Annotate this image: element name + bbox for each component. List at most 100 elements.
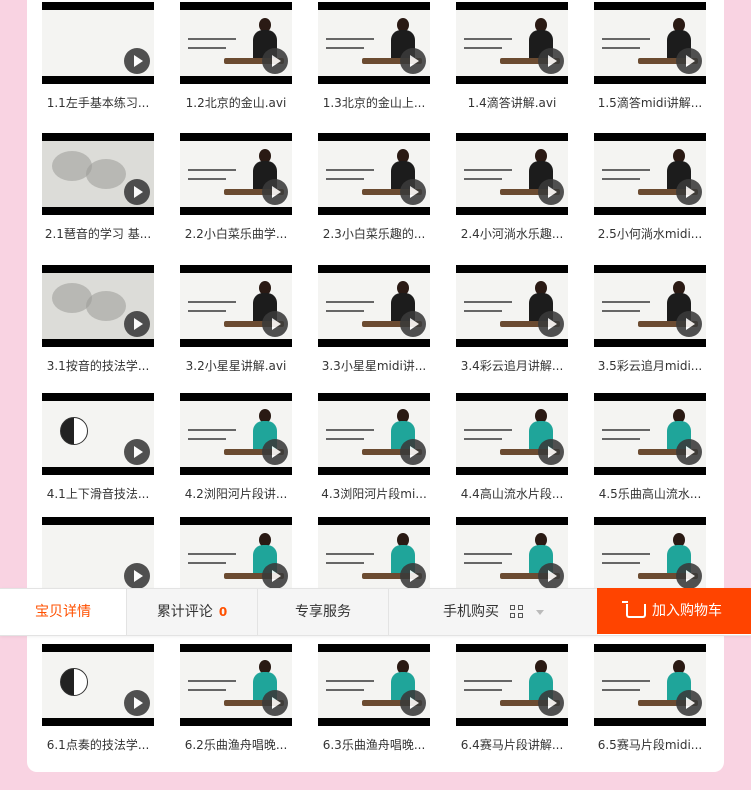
shopping-cart-icon (622, 601, 646, 618)
play-icon[interactable] (538, 48, 564, 74)
video-thumbnail[interactable] (180, 265, 292, 347)
video-title: 3.3小星星midi讲... (321, 359, 427, 373)
video-thumbnail[interactable] (180, 133, 292, 215)
play-icon[interactable] (262, 439, 288, 465)
play-icon[interactable] (262, 48, 288, 74)
video-title: 6.5赛马片段midi... (597, 738, 703, 752)
play-icon[interactable] (400, 439, 426, 465)
video-title: 2.2小白菜乐曲学... (184, 227, 288, 241)
play-icon[interactable] (676, 48, 702, 74)
yinyang-icon (60, 417, 88, 445)
video-thumbnail[interactable] (42, 644, 154, 726)
play-icon[interactable] (400, 48, 426, 74)
play-icon[interactable] (676, 311, 702, 337)
tab-details[interactable]: 宝贝详情 (0, 589, 126, 635)
video-thumbnail[interactable] (180, 393, 292, 475)
video-title: 6.2乐曲渔舟唱晚... (184, 738, 288, 752)
video-title: 1.5滴答midi讲解... (597, 96, 703, 110)
play-icon[interactable] (124, 690, 150, 716)
video-title: 1.1左手基本练习... (46, 96, 150, 110)
video-thumbnail[interactable] (318, 644, 430, 726)
video-title: 6.4赛马片段讲解... (460, 738, 564, 752)
video-thumbnail[interactable] (456, 393, 568, 475)
video-title: 4.2浏阳河片段讲... (184, 487, 288, 501)
video-thumbnail[interactable] (42, 2, 154, 84)
play-icon[interactable] (400, 563, 426, 589)
tab-mobile-buy[interactable]: 手机购买 (388, 589, 598, 635)
video-thumbnail[interactable] (42, 133, 154, 215)
play-icon[interactable] (676, 563, 702, 589)
add-to-cart-button[interactable]: 加入购物车 (597, 588, 751, 634)
video-title: 4.1上下滑音技法... (46, 487, 150, 501)
play-icon[interactable] (538, 179, 564, 205)
video-thumbnail[interactable] (42, 265, 154, 347)
video-grid: 1.1左手基本练习... 1.2北京的金山.avi 1.3北京的金山上... 1.4滴… (0, 0, 751, 790)
yinyang-icon (60, 668, 88, 696)
video-thumbnail[interactable] (318, 393, 430, 475)
video-thumbnail[interactable] (318, 265, 430, 347)
video-title: 1.4滴答讲解.avi (467, 96, 557, 110)
review-count-badge: 0 (218, 605, 228, 619)
chevron-down-icon (535, 609, 544, 615)
tab-reviews-label: 累计评论 (156, 604, 213, 620)
video-title: 3.4彩云追月讲解... (460, 359, 564, 373)
play-icon[interactable] (262, 563, 288, 589)
video-thumbnail[interactable] (594, 133, 706, 215)
video-thumbnail[interactable] (594, 2, 706, 84)
video-title: 6.3乐曲渔舟唱晚... (322, 738, 426, 752)
video-title: 2.3小白菜乐趣的... (322, 227, 426, 241)
video-title: 2.1琶音的学习 基... (44, 227, 152, 241)
video-thumbnail[interactable] (456, 517, 568, 599)
video-title: 4.4高山流水片段... (460, 487, 564, 501)
video-thumbnail[interactable] (180, 644, 292, 726)
qr-code-icon (509, 605, 524, 619)
play-icon[interactable] (538, 690, 564, 716)
video-title: 4.3浏阳河片段mi... (321, 487, 427, 501)
video-title: 6.1点奏的技法学... (46, 738, 150, 752)
video-title: 2.5小何淌水midi... (597, 227, 703, 241)
video-thumbnail[interactable] (594, 393, 706, 475)
video-title: 4.5乐曲高山流水... (598, 487, 702, 501)
play-icon[interactable] (538, 563, 564, 589)
play-icon[interactable] (676, 439, 702, 465)
play-icon[interactable] (262, 690, 288, 716)
video-thumbnail[interactable] (594, 265, 706, 347)
video-title: 3.1按音的技法学... (46, 359, 150, 373)
play-icon[interactable] (124, 179, 150, 205)
play-icon[interactable] (538, 439, 564, 465)
video-title: 1.2北京的金山.avi (185, 96, 287, 110)
video-thumbnail[interactable] (318, 517, 430, 599)
add-to-cart-label: 加入购物车 (652, 603, 722, 619)
play-icon[interactable] (262, 311, 288, 337)
video-title: 3.5彩云追月midi... (597, 359, 703, 373)
play-icon[interactable] (538, 311, 564, 337)
video-thumbnail[interactable] (594, 517, 706, 599)
video-thumbnail[interactable] (42, 393, 154, 475)
video-thumbnail[interactable] (318, 2, 430, 84)
video-title: 1.3北京的金山上... (322, 96, 426, 110)
video-title: 3.2小星星讲解.avi (185, 359, 287, 373)
video-thumbnail[interactable] (180, 2, 292, 84)
play-icon[interactable] (676, 179, 702, 205)
play-icon[interactable] (124, 48, 150, 74)
video-title: 2.4小河淌水乐趣... (460, 227, 564, 241)
tab-service[interactable]: 专享服务 (257, 589, 388, 635)
video-thumbnail[interactable] (318, 133, 430, 215)
play-icon[interactable] (400, 311, 426, 337)
play-icon[interactable] (262, 179, 288, 205)
play-icon[interactable] (124, 439, 150, 465)
play-icon[interactable] (400, 179, 426, 205)
video-thumbnail[interactable] (594, 644, 706, 726)
video-thumbnail[interactable] (456, 2, 568, 84)
video-thumbnail[interactable] (180, 517, 292, 599)
play-icon[interactable] (124, 311, 150, 337)
tab-reviews[interactable]: 累计评论 0 (126, 589, 257, 635)
video-thumbnail[interactable] (456, 265, 568, 347)
play-icon[interactable] (400, 690, 426, 716)
play-icon[interactable] (124, 563, 150, 589)
video-thumbnail[interactable] (456, 133, 568, 215)
play-icon[interactable] (676, 690, 702, 716)
video-thumbnail[interactable] (42, 517, 154, 599)
video-thumbnail[interactable] (456, 644, 568, 726)
mobile-buy-label: 手机购买 (443, 604, 500, 620)
